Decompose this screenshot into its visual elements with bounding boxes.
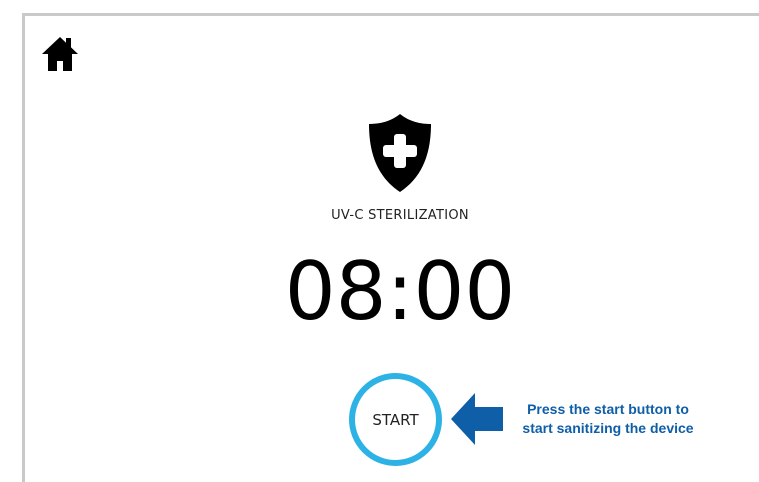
- start-button[interactable]: START: [349, 373, 442, 466]
- start-hint: Press the start button to start sanitizi…: [498, 400, 718, 438]
- home-icon: [42, 37, 78, 71]
- left-arrow-icon: [451, 389, 505, 449]
- home-button[interactable]: [40, 34, 80, 74]
- start-button-label: START: [372, 410, 419, 429]
- start-hint-line-1: Press the start button to: [527, 401, 689, 417]
- mode-title: UV-C STERILIZATION: [331, 208, 469, 223]
- start-hint-line-2: start sanitizing the device: [522, 420, 694, 436]
- countdown-timer: 08:00: [284, 245, 516, 338]
- sterilization-shield-icon: [365, 112, 435, 194]
